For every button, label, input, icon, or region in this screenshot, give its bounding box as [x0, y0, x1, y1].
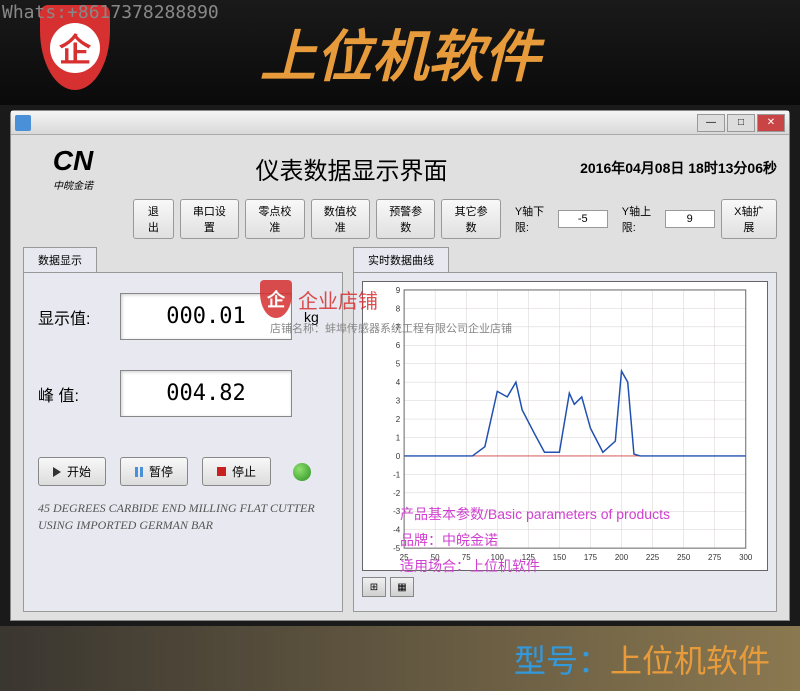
- svg-text:-1: -1: [393, 470, 401, 479]
- tab-data-display[interactable]: 数据显示: [23, 247, 97, 272]
- value-calibrate-button[interactable]: 数值校准: [311, 199, 370, 239]
- center-watermark-sub: 店铺名称：蚌埠传感器系统工程有限公司企业店铺: [270, 320, 512, 336]
- center-watermark: 企 企业店铺: [260, 280, 378, 318]
- y-upper-input[interactable]: [665, 210, 715, 228]
- logo: CN 中皖金诺: [23, 143, 123, 193]
- svg-text:-2: -2: [393, 489, 401, 498]
- close-button[interactable]: ✕: [757, 114, 785, 132]
- peak-value: 004.82: [120, 370, 292, 417]
- svg-text:275: 275: [708, 553, 722, 562]
- stop-button[interactable]: 停止: [202, 457, 271, 486]
- y-lower-label: Y轴下限:: [515, 203, 552, 235]
- maximize-button[interactable]: □: [727, 114, 755, 132]
- bottom-bar: 型号：上位机软件: [0, 626, 800, 691]
- y-lower-input[interactable]: [558, 210, 608, 228]
- pause-icon: [135, 467, 143, 477]
- x-expand-button[interactable]: X轴扩展: [721, 199, 777, 239]
- peak-value-label: 峰 值:: [38, 382, 108, 406]
- svg-text:1: 1: [396, 433, 401, 442]
- exit-button[interactable]: 退出: [133, 199, 174, 239]
- banner-title: 上位机软件: [260, 12, 540, 93]
- product-params-overlay: 产品基本参数/Basic parameters of products 品牌：中…: [400, 504, 670, 582]
- start-button[interactable]: 开始: [38, 457, 106, 486]
- svg-text:9: 9: [396, 286, 401, 295]
- status-led: [293, 463, 311, 481]
- footer-caption: 45 DEGREES CARBIDE END MILLING FLAT CUTT…: [38, 500, 328, 534]
- other-params-button[interactable]: 其它参数: [441, 199, 500, 239]
- svg-text:250: 250: [677, 553, 691, 562]
- app-icon: [15, 115, 31, 131]
- chart-tool-1[interactable]: ⊞: [362, 577, 386, 597]
- alarm-params-button[interactable]: 预警参数: [376, 199, 435, 239]
- svg-text:2: 2: [396, 415, 401, 424]
- svg-text:6: 6: [396, 341, 401, 350]
- pause-button[interactable]: 暂停: [120, 457, 188, 486]
- svg-text:4: 4: [396, 378, 401, 387]
- svg-text:3: 3: [396, 397, 401, 406]
- display-value-label: 显示值:: [38, 305, 108, 329]
- timestamp: 2016年04月08日 18时13分06秒: [580, 158, 777, 178]
- tab-realtime-curve[interactable]: 实时数据曲线: [353, 247, 449, 272]
- zero-calibrate-button[interactable]: 零点校准: [245, 199, 304, 239]
- toolbar: 退出 串口设置 零点校准 数值校准 预警参数 其它参数 Y轴下限: Y轴上限: …: [133, 199, 777, 239]
- minimize-button[interactable]: —: [697, 114, 725, 132]
- titlebar: — □ ✕: [11, 111, 789, 135]
- play-icon: [53, 467, 61, 477]
- svg-text:8: 8: [396, 304, 401, 313]
- contact-watermark: Whats:+8617378288890: [2, 2, 219, 23]
- page-title: 仪表数据显示界面: [143, 151, 560, 186]
- shield-icon: 企: [50, 23, 100, 73]
- y-upper-label: Y轴上限:: [622, 203, 659, 235]
- svg-text:0: 0: [396, 452, 401, 461]
- svg-text:300: 300: [739, 553, 753, 562]
- serial-settings-button[interactable]: 串口设置: [180, 199, 239, 239]
- svg-text:5: 5: [396, 360, 401, 369]
- stop-icon: [217, 467, 226, 476]
